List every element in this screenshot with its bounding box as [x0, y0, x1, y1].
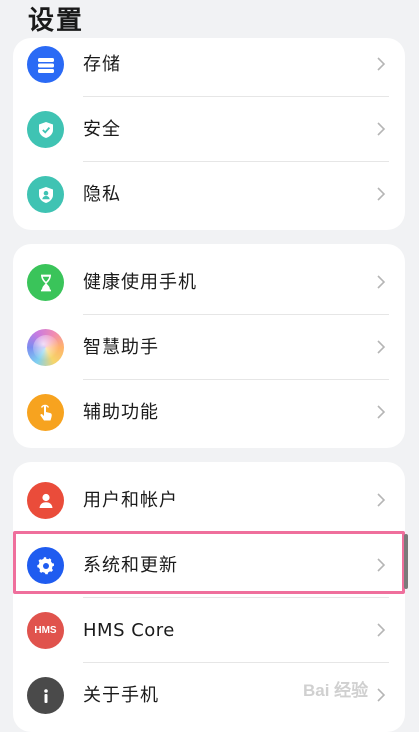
settings-item-label: 智慧助手 — [83, 337, 159, 358]
shield-check-icon — [27, 111, 64, 148]
settings-item-label: 辅助功能 — [83, 402, 159, 423]
settings-group-1: 存储 安全 隐私 — [13, 38, 405, 230]
page-title: 设置 — [28, 6, 85, 36]
chevron-right-icon — [377, 57, 386, 71]
chevron-right-icon — [377, 558, 386, 572]
settings-item-users-accounts[interactable]: 用户和帐户 — [13, 468, 405, 533]
settings-item-hms-core[interactable]: HMS HMS Core — [13, 598, 405, 663]
settings-item-label: 存储 — [83, 54, 121, 75]
chevron-right-icon — [377, 623, 386, 637]
settings-group-2: 健康使用手机 智慧助手 辅助功能 — [13, 244, 405, 448]
chevron-right-icon — [377, 122, 386, 136]
chevron-right-icon — [377, 493, 386, 507]
settings-item-label: 安全 — [83, 119, 121, 140]
settings-item-label: 系统和更新 — [83, 555, 178, 576]
hms-icon: HMS — [27, 612, 64, 649]
chevron-right-icon — [377, 275, 386, 289]
settings-item-label: 隐私 — [83, 184, 121, 205]
chevron-right-icon — [377, 405, 386, 419]
storage-icon — [27, 46, 64, 83]
settings-item-system-update[interactable]: 系统和更新 — [13, 533, 405, 598]
settings-item-privacy[interactable]: 隐私 — [13, 162, 405, 227]
assistant-icon — [27, 329, 64, 366]
settings-item-storage[interactable]: 存储 — [13, 38, 405, 97]
watermark-logo: Bai 经验 — [303, 681, 369, 700]
chevron-right-icon — [377, 340, 386, 354]
privacy-icon — [27, 176, 64, 213]
settings-item-label: HMS Core — [83, 620, 175, 641]
info-icon — [27, 677, 64, 714]
chevron-right-icon — [377, 688, 386, 702]
settings-item-security[interactable]: 安全 — [13, 97, 405, 162]
chevron-right-icon — [377, 187, 386, 201]
settings-item-smart-assistant[interactable]: 智慧助手 — [13, 315, 405, 380]
settings-item-digital-balance[interactable]: 健康使用手机 — [13, 250, 405, 315]
settings-item-label: 关于手机 — [83, 685, 159, 706]
gear-icon — [27, 547, 64, 584]
hourglass-icon — [27, 264, 64, 301]
user-icon — [27, 482, 64, 519]
settings-item-label: 用户和帐户 — [83, 490, 178, 511]
scrollbar[interactable] — [404, 534, 408, 589]
settings-item-accessibility[interactable]: 辅助功能 — [13, 380, 405, 445]
hand-icon — [27, 394, 64, 431]
settings-item-label: 健康使用手机 — [83, 272, 197, 293]
hms-icon-text: HMS — [34, 625, 57, 636]
